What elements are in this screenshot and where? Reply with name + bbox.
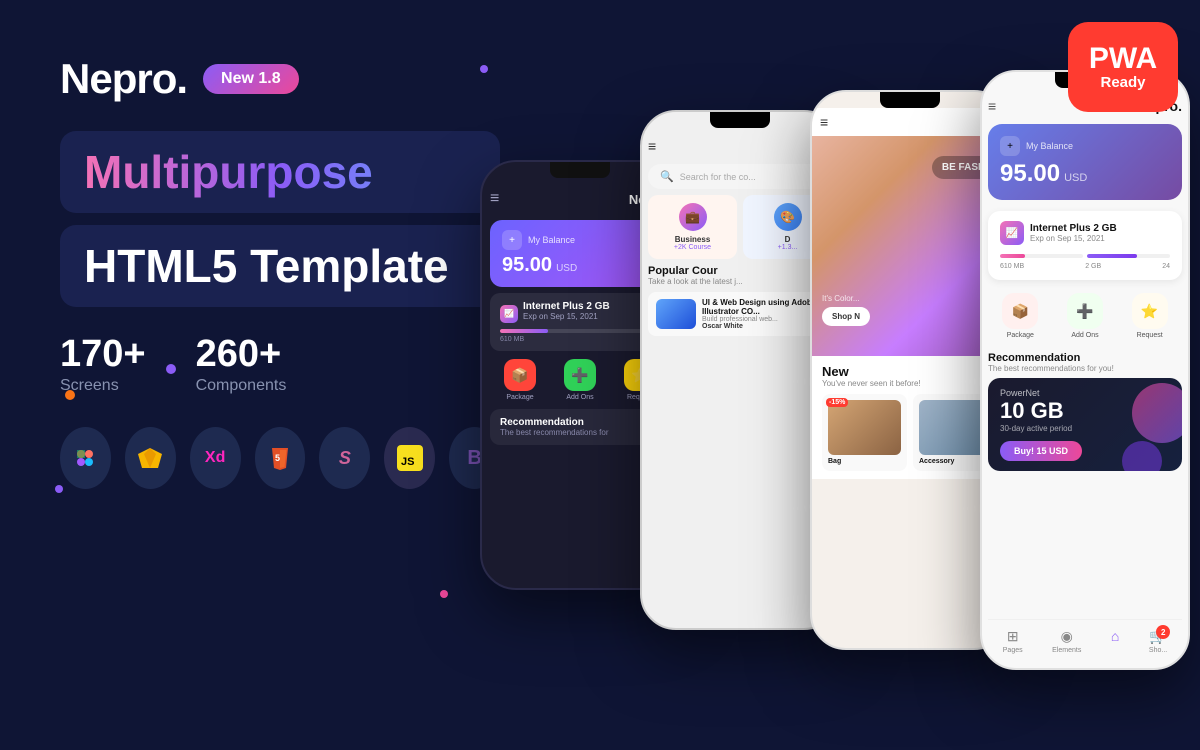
stat-components: 260+ Components xyxy=(196,335,287,395)
phone4-actions: 📦 Package ➕ Add Ons ⭐ Request xyxy=(988,293,1182,339)
phone4-powernet-gb: 10 GB xyxy=(1000,398,1170,424)
phone3-new-section: New You've never seen it before! -15% Ba… xyxy=(812,356,1008,479)
phone2-search[interactable]: 🔍 Search for the co... xyxy=(648,164,832,189)
headline-box-2: HTML5 Template xyxy=(60,225,500,307)
phone3-new-sub: You've never seen it before! xyxy=(822,379,998,388)
phone4-balance-amount: 95.00 xyxy=(1000,160,1060,188)
phone1-data-plan-exp: Exp on Sep 15, 2021 xyxy=(523,312,610,321)
phone4-data-used: 610 MB xyxy=(1000,263,1024,270)
phone2-search-placeholder: Search for the co... xyxy=(680,172,756,182)
phone3-fashion-sub: It's Color... xyxy=(822,294,870,303)
phone3-discount-badge: -15% xyxy=(826,398,848,407)
phone4-powernet-label: PowerNet xyxy=(1000,388,1170,398)
screens-count: 170+ xyxy=(60,335,146,373)
sass-icon[interactable]: S xyxy=(319,427,370,489)
tools-row: Xd 5 S JS B xyxy=(60,427,500,489)
xd-icon[interactable]: Xd xyxy=(190,427,241,489)
phone4-data-plan-exp: Exp on Sep 15, 2021 xyxy=(1030,234,1117,243)
brand-name: Nepro. xyxy=(60,55,187,103)
phone2-course-business[interactable]: 💼 Business +2K Course xyxy=(648,195,737,259)
phone4-nav-elements[interactable]: ◉ Elements xyxy=(1052,628,1081,654)
headline-box-1: Multipurpose xyxy=(60,131,500,213)
phone2-popular-section: Popular Cour Take a look at the latest j… xyxy=(648,265,832,336)
phone4-package-btn[interactable]: 📦 Package xyxy=(1002,293,1038,339)
phone2-popular-sub: Take a look at the latest j... xyxy=(648,277,832,286)
stat-separator-dot xyxy=(166,364,176,374)
phone4-powernet-card: PowerNet 10 GB 30-day active period Buy!… xyxy=(988,378,1182,471)
pwa-ready-label: Ready xyxy=(1100,74,1145,91)
phone2-course-title: UI & Web Design using Adobe Illustrator … xyxy=(702,298,824,316)
phone3-fashion-overlay: It's Color... Shop N xyxy=(822,294,870,326)
phone3-shop-btn[interactable]: Shop N xyxy=(822,307,870,326)
phone4-progress-bar-2 xyxy=(1087,254,1170,258)
left-content: Nepro. New 1.8 Multipurpose HTML5 Templa… xyxy=(60,55,500,489)
phone-4-mockup: ≡ Nepro. + My Balance 95.00 USD 📈 Intern… xyxy=(980,70,1190,670)
phone2-course-item-1[interactable]: UI & Web Design using Adobe Illustrator … xyxy=(648,292,832,336)
phone4-balance-card: + My Balance 95.00 USD xyxy=(988,124,1182,200)
stat-screens: 170+ Screens xyxy=(60,335,146,395)
svg-text:5: 5 xyxy=(275,453,280,463)
phones-container: ≡ Nepro. + My Balance 95.00 USD 📈 Intern… xyxy=(440,0,1200,750)
phone1-package-btn[interactable]: 📦 Package xyxy=(504,359,536,401)
phone2-course-meta: Build professional web... xyxy=(702,316,824,323)
phone1-progress-bar xyxy=(500,329,660,333)
phone1-rec-sub: The best recommendations for xyxy=(500,428,660,437)
phone1-balance-amount: 95.00 xyxy=(502,254,552,277)
phone4-data-plan-name: Internet Plus 2 GB xyxy=(1030,223,1117,234)
phone4-progress-bar-1 xyxy=(1000,254,1083,258)
phone3-new-title: New xyxy=(822,364,998,379)
phone4-rec-sub: The best recommendations for you! xyxy=(988,364,1182,373)
pwa-label: PWA xyxy=(1089,44,1157,74)
phone4-nav-bar: ⊞ Pages ◉ Elements ⌂ 🛒 Sho... 2 xyxy=(988,619,1182,658)
brand-row: Nepro. New 1.8 xyxy=(60,55,500,103)
pwa-badge: PWA Ready xyxy=(1068,22,1178,112)
phone4-nav-home[interactable]: ⌂ xyxy=(1111,628,1119,654)
phone1-data-plan-name: Internet Plus 2 GB xyxy=(523,301,610,312)
phone1-progress-labels: 610 MB 2 G xyxy=(500,336,660,343)
phone4-buy-btn[interactable]: Buy! 15 USD xyxy=(1000,441,1082,461)
phone4-recommendation: Recommendation The best recommendations … xyxy=(988,352,1182,471)
stats-row: 170+ Screens 260+ Components xyxy=(60,335,500,395)
phone4-nav-pages[interactable]: ⊞ Pages xyxy=(1003,628,1023,654)
phone4-data-extra: 24 xyxy=(1162,263,1170,270)
phone2-course-author: Oscar White xyxy=(702,323,824,330)
phone4-data-total: 2 GB xyxy=(1085,263,1101,270)
phone4-powernet-sub: 30-day active period xyxy=(1000,424,1170,433)
screens-label: Screens xyxy=(60,377,146,395)
phone4-nav-shop[interactable]: 🛒 Sho... 2 xyxy=(1149,628,1167,654)
phone3-fashion-hero: BE FASHI It's Color... Shop N xyxy=(812,136,1008,356)
phone3-product-row: -15% Bag Accessory xyxy=(822,394,998,471)
phone2-popular-title: Popular Cour xyxy=(648,265,832,277)
phone2-courses-row: 💼 Business +2K Course 🎨 D +1.3... xyxy=(648,195,832,259)
components-count: 260+ xyxy=(196,335,287,373)
phone4-balance-label: My Balance xyxy=(1026,141,1073,151)
phone1-balance-label: My Balance xyxy=(528,235,575,245)
html5-icon[interactable]: 5 xyxy=(255,427,306,489)
sketch-icon[interactable] xyxy=(125,427,176,489)
svg-text:JS: JS xyxy=(401,456,414,468)
phone4-request-btn[interactable]: ⭐ Request xyxy=(1132,293,1168,339)
version-badge: New 1.8 xyxy=(203,64,299,94)
phone1-data-used: 610 MB xyxy=(500,336,524,343)
phone4-balance-currency: USD xyxy=(1064,172,1087,184)
phone1-balance-currency: USD xyxy=(556,263,577,274)
figma-icon[interactable] xyxy=(60,427,111,489)
phone4-data-card: 📈 Internet Plus 2 GB Exp on Sep 15, 2021 xyxy=(988,211,1182,280)
headline-multipurpose: Multipurpose xyxy=(84,145,476,199)
headline-html5: HTML5 Template xyxy=(84,239,476,293)
phone1-addons-btn[interactable]: ➕ Add Ons xyxy=(564,359,596,401)
phone3-product-1[interactable]: -15% Bag xyxy=(822,394,907,471)
components-label: Components xyxy=(196,377,287,395)
phone4-progress-labels: 610 MB 2 GB 24 xyxy=(1000,263,1170,270)
phone4-rec-title: Recommendation xyxy=(988,352,1182,364)
phone1-rec-title: Recommendation xyxy=(500,417,660,428)
js-icon[interactable]: JS xyxy=(384,427,435,489)
phone4-addons-btn[interactable]: ➕ Add Ons xyxy=(1067,293,1103,339)
